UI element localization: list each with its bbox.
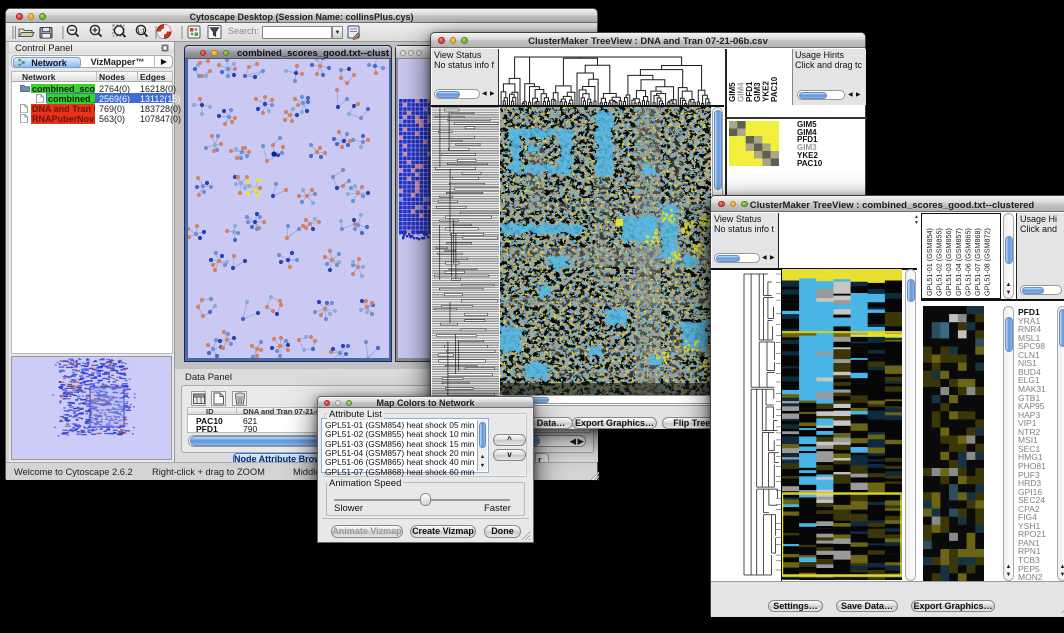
svg-text:GPL51-04 (GSM857): GPL51-04 (GSM857) <box>954 228 963 296</box>
svg-text:GPL51-08 (GSM872): GPL51-08 (GSM872) <box>983 228 992 296</box>
svg-text:GPL51-07 (GSM868): GPL51-07 (GSM868) <box>973 228 982 296</box>
svg-text:GPL51-03 (GSM856): GPL51-03 (GSM856) <box>944 228 953 296</box>
svg-text:GPL51-02 (GSM855): GPL51-02 (GSM855) <box>935 228 944 296</box>
svg-text:GPL51-01 (GSM854): GPL51-01 (GSM854) <box>925 228 934 296</box>
svg-text:GPL51-06 (GSM865): GPL51-06 (GSM865) <box>963 228 972 296</box>
svg-text:PAC10: PAC10 <box>770 76 779 102</box>
svg-text:1:1: 1:1 <box>137 29 145 35</box>
svg-text:Search:: Search: <box>228 26 259 36</box>
